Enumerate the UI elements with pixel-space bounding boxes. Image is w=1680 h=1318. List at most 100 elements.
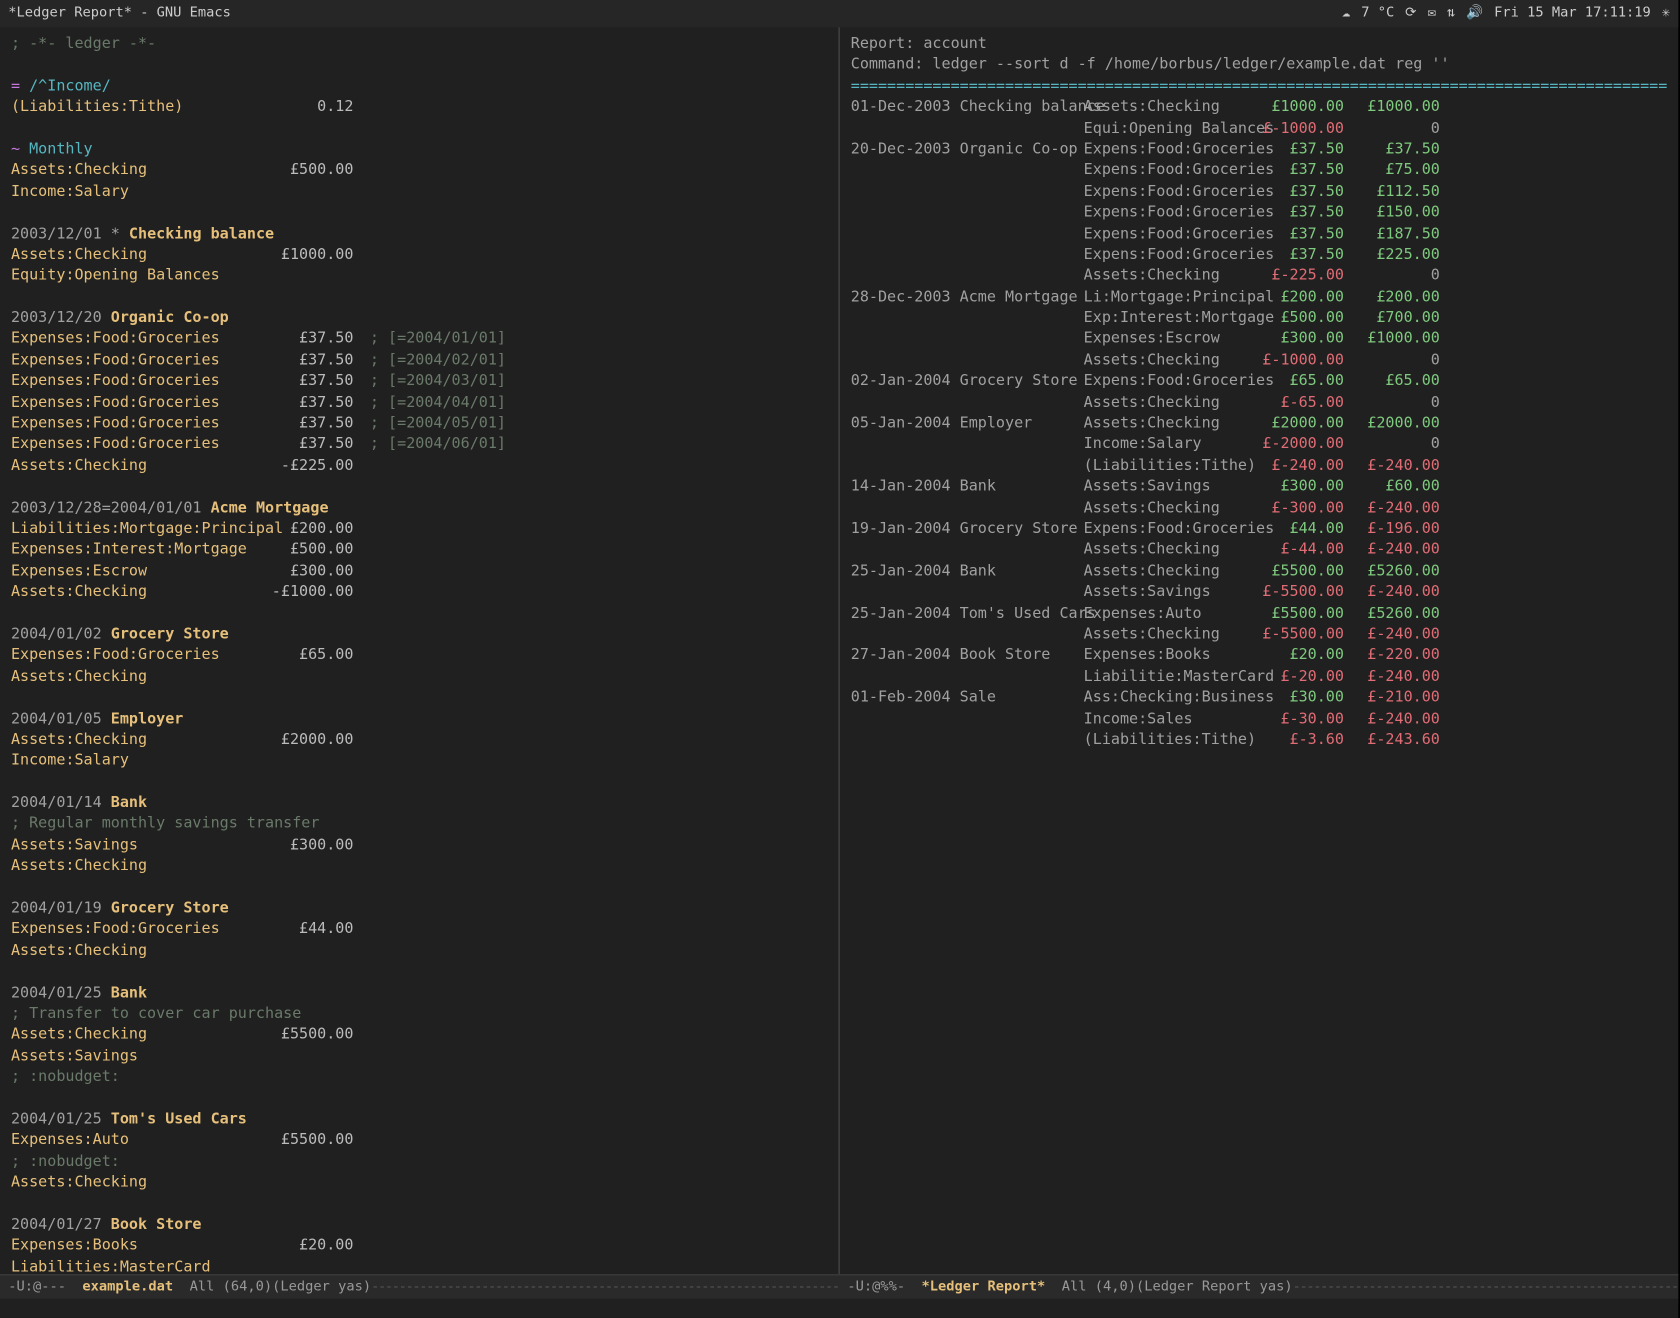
- volume-icon[interactable]: 🔊: [1466, 4, 1483, 23]
- clock: Fri 15 Mar 17:11:19: [1494, 4, 1651, 23]
- buffer-name: *Ledger Report*: [922, 1278, 1046, 1297]
- source-line: [11, 202, 828, 223]
- source-line: Expenses:Food:Groceries£44.00: [11, 918, 828, 939]
- source-line: (Liabilities:Tithe)0.12: [11, 96, 828, 117]
- source-line: ; :nobudget:: [11, 1066, 828, 1087]
- source-line: = /^Income/: [11, 75, 828, 96]
- modeline-bar: -U:@--- example.dat All (64,0) (Ledger y…: [0, 1274, 1678, 1299]
- modeline-right: -U:@%%- *Ledger Report* All (4,0) (Ledge…: [839, 1275, 1678, 1298]
- source-line: Liabilities:MasterCard: [11, 1256, 828, 1274]
- report-title: Report: account: [851, 33, 1668, 54]
- source-line: 2004/01/05 Employer: [11, 708, 828, 729]
- report-row: Assets:Checking£-65.000: [851, 391, 1668, 412]
- source-line: Assets:Savings: [11, 1045, 828, 1066]
- source-line: Assets:Checking: [11, 855, 828, 876]
- buffer-position: All (64,0): [190, 1278, 272, 1297]
- report-row: Expens:Food:Groceries£37.50£112.50: [851, 180, 1668, 201]
- report-row: Assets:Checking£-44.00£-240.00: [851, 539, 1668, 560]
- report-row: Income:Salary£-2000.000: [851, 433, 1668, 454]
- buffer-mode: (Ledger Report yas): [1136, 1278, 1293, 1297]
- report-row: 02-Jan-2004 Grocery StoreExpens:Food:Gro…: [851, 370, 1668, 391]
- source-line: Assets:Checking: [11, 665, 828, 686]
- report-row: 28-Dec-2003 Acme MortgageLi:Mortgage:Pri…: [851, 286, 1668, 307]
- buffer-position: All (4,0): [1062, 1278, 1136, 1297]
- source-line: [11, 54, 828, 75]
- report-row: Equi:Opening Balances£-1000.000: [851, 117, 1668, 138]
- modeline-fill: ----------------------------------------…: [371, 1278, 839, 1297]
- report-row: (Liabilities:Tithe)£-240.00£-240.00: [851, 455, 1668, 476]
- report-row: 25-Jan-2004 Tom's Used CarsExpenses:Auto…: [851, 602, 1668, 623]
- source-line: Assets:Checking£2000.00: [11, 729, 828, 750]
- source-line: [11, 1193, 828, 1214]
- source-line: 2004/01/25 Tom's Used Cars: [11, 1108, 828, 1129]
- source-line: Expenses:Auto£5500.00: [11, 1129, 828, 1150]
- report-row: 01-Dec-2003 Checking balanceAssets:Check…: [851, 96, 1668, 117]
- report-row: 20-Dec-2003 Organic Co-opExpens:Food:Gro…: [851, 138, 1668, 159]
- ledger-report-pane[interactable]: Report: accountCommand: ledger --sort d …: [840, 27, 1678, 1274]
- source-line: 2003/12/28=2004/01/01 Acme Mortgage: [11, 497, 828, 518]
- top-panel: *Ledger Report* - GNU Emacs ☁ 7 °C ⟳ ✉ ⇅…: [0, 0, 1678, 27]
- weather-temp: 7 °C: [1361, 4, 1394, 23]
- source-line: 2003/12/20 Organic Co-op: [11, 307, 828, 328]
- report-row: 27-Jan-2004 Book StoreExpenses:Books£20.…: [851, 644, 1668, 665]
- report-row: Assets:Checking£-1000.000: [851, 349, 1668, 370]
- source-line: Expenses:Food:Groceries£37.50; [=2004/02…: [11, 349, 828, 370]
- report-row: Expenses:Escrow£300.00£1000.00: [851, 328, 1668, 349]
- source-line: ; :nobudget:: [11, 1150, 828, 1171]
- source-line: [11, 961, 828, 982]
- editor-split: ; -*- ledger -*- = /^Income/(Liabilities…: [0, 27, 1678, 1274]
- source-line: Expenses:Food:Groceries£65.00: [11, 644, 828, 665]
- weather-icon: ☁: [1342, 4, 1350, 23]
- report-row: Exp:Interest:Mortgage£500.00£700.00: [851, 307, 1668, 328]
- source-line: Assets:Checking£5500.00: [11, 1024, 828, 1045]
- source-line: Assets:Checking£1000.00: [11, 244, 828, 265]
- source-line: Assets:Checking-£1000.00: [11, 581, 828, 602]
- source-line: [11, 602, 828, 623]
- buffer-name: example.dat: [82, 1278, 173, 1297]
- source-line: Expenses:Books£20.00: [11, 1235, 828, 1256]
- source-line: ~ Monthly: [11, 138, 828, 159]
- source-line: 2004/01/14 Bank: [11, 792, 828, 813]
- source-line: ; Transfer to cover car purchase: [11, 1003, 828, 1024]
- source-line: Assets:Checking: [11, 940, 828, 961]
- source-line: [11, 1087, 828, 1108]
- source-line: 2004/01/19 Grocery Store: [11, 897, 828, 918]
- window-title: *Ledger Report* - GNU Emacs: [8, 4, 231, 23]
- minibuffer[interactable]: [0, 1299, 1678, 1318]
- refresh-icon[interactable]: ⟳: [1405, 4, 1416, 23]
- report-row: 14-Jan-2004 BankAssets:Savings£300.00£60…: [851, 476, 1668, 497]
- source-line: Expenses:Escrow£300.00: [11, 560, 828, 581]
- source-line: Assets:Checking: [11, 1171, 828, 1192]
- report-row: 19-Jan-2004 Grocery StoreExpens:Food:Gro…: [851, 518, 1668, 539]
- source-line: 2003/12/01 * Checking balance: [11, 223, 828, 244]
- source-line: 2004/01/27 Book Store: [11, 1214, 828, 1235]
- modeline-left: -U:@--- example.dat All (64,0) (Ledger y…: [0, 1275, 839, 1298]
- report-row: 25-Jan-2004 BankAssets:Checking£5500.00£…: [851, 560, 1668, 581]
- settings-icon[interactable]: ✳: [1662, 4, 1670, 23]
- source-line: [11, 771, 828, 792]
- report-row: Income:Sales£-30.00£-240.00: [851, 708, 1668, 729]
- source-line: Assets:Savings£300.00: [11, 834, 828, 855]
- modeline-fill: ----------------------------------------…: [1293, 1278, 1679, 1297]
- source-line: [11, 117, 828, 138]
- mail-icon[interactable]: ✉: [1428, 4, 1436, 23]
- network-icon[interactable]: ⇅: [1447, 4, 1455, 23]
- ledger-source-pane[interactable]: ; -*- ledger -*- = /^Income/(Liabilities…: [0, 27, 840, 1274]
- report-row: Expens:Food:Groceries£37.50£225.00: [851, 244, 1668, 265]
- report-row: Expens:Food:Groceries£37.50£187.50: [851, 223, 1668, 244]
- source-line: Assets:Checking-£225.00: [11, 455, 828, 476]
- report-row: Liabilitie:MasterCard£-20.00£-240.00: [851, 665, 1668, 686]
- source-line: ; -*- ledger -*-: [11, 33, 828, 54]
- modeline-status: -U:@---: [8, 1278, 66, 1297]
- report-row: Assets:Checking£-300.00£-240.00: [851, 497, 1668, 518]
- buffer-mode: (Ledger yas): [272, 1278, 371, 1297]
- report-row: (Liabilities:Tithe)£-3.60£-243.60: [851, 729, 1668, 750]
- source-line: [11, 687, 828, 708]
- source-line: Expenses:Food:Groceries£37.50; [=2004/05…: [11, 412, 828, 433]
- source-line: 2004/01/25 Bank: [11, 982, 828, 1003]
- source-line: Expenses:Food:Groceries£37.50; [=2004/03…: [11, 370, 828, 391]
- system-tray: ☁ 7 °C ⟳ ✉ ⇅ 🔊 Fri 15 Mar 17:11:19 ✳: [1342, 4, 1670, 23]
- report-row: Assets:Checking£-5500.00£-240.00: [851, 623, 1668, 644]
- source-line: Assets:Checking£500.00: [11, 159, 828, 180]
- source-line: Expenses:Food:Groceries£37.50; [=2004/01…: [11, 328, 828, 349]
